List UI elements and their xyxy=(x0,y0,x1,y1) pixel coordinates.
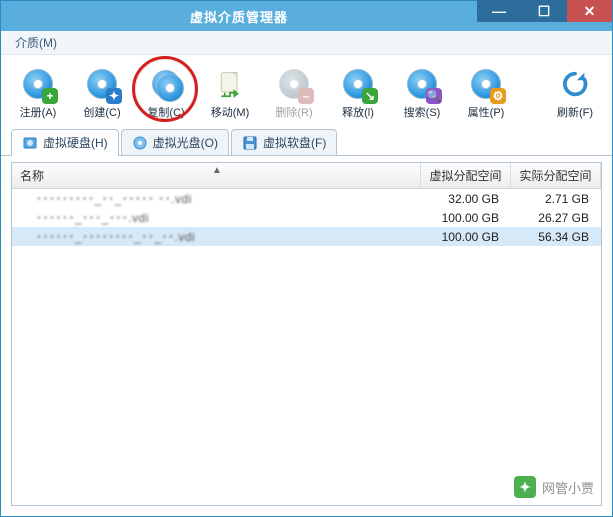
refresh-icon xyxy=(557,66,593,102)
maximize-button[interactable]: ☐ xyxy=(522,0,567,22)
column-virtual-size[interactable]: 虚拟分配空间 xyxy=(421,163,511,188)
media-list-panel: 名称 ▲ 虚拟分配空间 实际分配空间 ･････････_･･_･････ ･･… xyxy=(11,162,602,506)
disk-copy-icon xyxy=(148,66,184,102)
properties-button[interactable]: ⚙ 属性(P) xyxy=(457,61,515,125)
search-label: 搜索(S) xyxy=(404,104,441,120)
wechat-icon: ✦ xyxy=(514,476,536,498)
content-area: 名称 ▲ 虚拟分配空间 实际分配空间 ･････････_･･_･････ ･･… xyxy=(1,156,612,516)
cell-actual-size: 26.27 GB xyxy=(511,208,601,227)
move-button[interactable]: 移动(M) xyxy=(201,61,259,125)
tab-optical-label: 虚拟光盘(O) xyxy=(153,134,218,151)
watermark-text: 网管小贾 xyxy=(542,478,594,497)
copy-label: 复制(C) xyxy=(147,104,184,120)
search-button[interactable]: 🔍 搜索(S) xyxy=(393,61,451,125)
titlebar: 虚拟介质管理器 — ☐ ✕ xyxy=(1,1,612,31)
move-label: 移动(M) xyxy=(211,104,250,120)
tab-hard-disks[interactable]: 虚拟硬盘(H) xyxy=(11,129,119,155)
hard-disk-icon xyxy=(22,135,38,151)
cell-name: ･･････_･･･_･･･.vdi xyxy=(12,208,421,227)
sort-indicator-icon: ▲ xyxy=(212,165,222,176)
cell-actual-size: 56.34 GB xyxy=(511,227,601,246)
release-button[interactable]: ↘ 释放(l) xyxy=(329,61,387,125)
window-buttons: — ☐ ✕ xyxy=(477,1,612,31)
toolbar: + 注册(A) ✦ 创建(C) 复制(C) xyxy=(1,55,612,127)
cell-name: ･･････_････････_･･_･･.vdi xyxy=(12,227,421,246)
create-label: 创建(C) xyxy=(83,104,120,120)
tabs: 虚拟硬盘(H) 虚拟光盘(O) 虚拟软盘(F) xyxy=(1,127,612,156)
close-button[interactable]: ✕ xyxy=(567,0,612,22)
list-header: 名称 ▲ 虚拟分配空间 实际分配空间 xyxy=(12,163,601,189)
properties-label: 属性(P) xyxy=(468,104,505,120)
cell-virtual-size: 100.00 GB xyxy=(421,227,511,246)
register-label: 注册(A) xyxy=(20,104,57,120)
tab-optical-disks[interactable]: 虚拟光盘(O) xyxy=(121,129,229,155)
copy-button[interactable]: 复制(C) xyxy=(137,61,195,125)
release-label: 释放(l) xyxy=(342,104,374,120)
window-title: 虚拟介质管理器 xyxy=(1,7,477,26)
refresh-label: 刷新(F) xyxy=(557,104,593,120)
list-body[interactable]: ･････････_･･_･････ ･･.vdi32.00 GB2.71 GB… xyxy=(12,189,601,505)
tab-floppy-label: 虚拟软盘(F) xyxy=(263,134,326,151)
minimize-button[interactable]: — xyxy=(477,0,522,22)
disk-properties-icon: ⚙ xyxy=(468,66,504,102)
floppy-disk-icon xyxy=(242,135,258,151)
tab-floppy-disks[interactable]: 虚拟软盘(F) xyxy=(231,129,337,155)
refresh-button[interactable]: 刷新(F) xyxy=(546,61,604,125)
table-row[interactable]: ･･････_･･･_･･･.vdi100.00 GB26.27 GB xyxy=(12,208,601,227)
disk-release-icon: ↘ xyxy=(340,66,376,102)
table-row[interactable]: ･･････_････････_･･_･･.vdi100.00 GB56.34 … xyxy=(12,227,601,246)
table-row[interactable]: ･････････_･･_･････ ･･.vdi32.00 GB2.71 GB xyxy=(12,189,601,208)
window-frame: 虚拟介质管理器 — ☐ ✕ 介质(M) + 注册(A) ✦ xyxy=(0,0,613,517)
disk-remove-icon: – xyxy=(276,66,312,102)
cell-virtual-size: 32.00 GB xyxy=(421,189,511,208)
menu-media[interactable]: 介质(M) xyxy=(9,32,63,53)
optical-disk-icon xyxy=(132,135,148,151)
column-actual-size[interactable]: 实际分配空间 xyxy=(511,163,601,188)
disk-search-icon: 🔍 xyxy=(404,66,440,102)
tab-hard-label: 虚拟硬盘(H) xyxy=(43,134,108,151)
disk-star-icon: ✦ xyxy=(84,66,120,102)
disk-add-icon: + xyxy=(20,66,56,102)
cell-actual-size: 2.71 GB xyxy=(511,189,601,208)
file-move-icon xyxy=(212,66,248,102)
cell-name: ･････････_･･_･････ ･･.vdi xyxy=(12,189,421,208)
cell-virtual-size: 100.00 GB xyxy=(421,208,511,227)
menubar: 介质(M) xyxy=(1,31,612,55)
remove-label: 删除(R) xyxy=(275,104,312,120)
create-button[interactable]: ✦ 创建(C) xyxy=(73,61,131,125)
watermark: ✦ 网管小贾 xyxy=(514,476,594,498)
window-body: 介质(M) + 注册(A) ✦ 创建(C) xyxy=(1,31,612,516)
register-button[interactable]: + 注册(A) xyxy=(9,61,67,125)
remove-button: – 删除(R) xyxy=(265,61,323,125)
